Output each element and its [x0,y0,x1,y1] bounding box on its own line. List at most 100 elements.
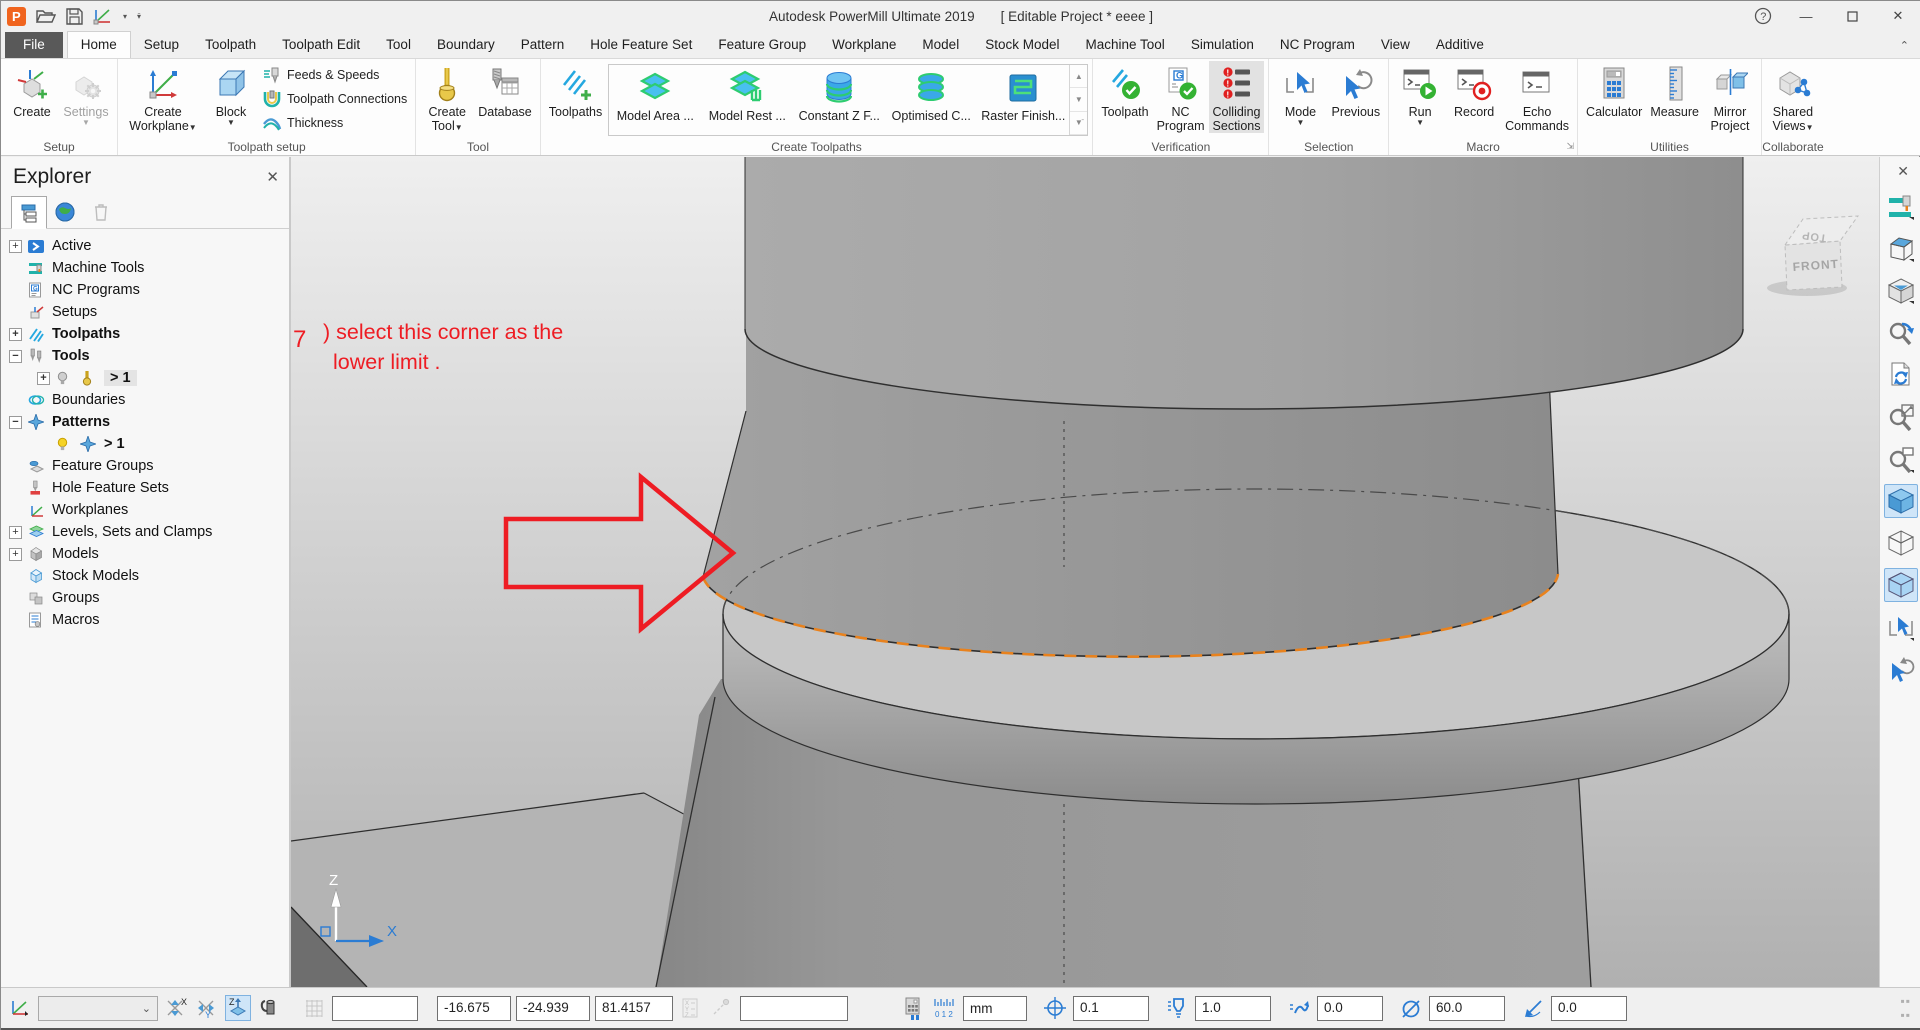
verify-toolpath-button[interactable]: Toolpath [1097,61,1152,119]
tree-item-groups[interactable]: Groups [1,587,289,609]
tree-item-feature-groups[interactable]: Feature Groups [1,455,289,477]
ribbon-collapse-icon[interactable]: ⌃ [1900,39,1909,58]
strategies-expand-icon[interactable]: ▼̄ [1070,112,1088,135]
tab-feature-group[interactable]: Feature Group [705,32,819,58]
settings-button[interactable]: Settings ▼ [59,61,113,127]
tree-item-machine-tools[interactable]: Machine Tools [1,257,289,279]
strategies-scroll-up-icon[interactable]: ▲ [1070,65,1088,89]
maximize-button[interactable] [1829,1,1875,31]
tab-file[interactable]: File [5,32,63,58]
tree-item-models[interactable]: + Models [1,543,289,565]
close-button[interactable]: ✕ [1875,1,1920,31]
select-previous-icon[interactable] [1884,652,1918,686]
resize-grip[interactable]: ▪▪ ▪▪ [1900,994,1915,1022]
tab-toolpath-edit[interactable]: Toolpath Edit [269,32,373,58]
tolerance-field[interactable]: 0.1 [1073,995,1149,1021]
diameter-icon[interactable] [1398,995,1424,1021]
create-button[interactable]: Create [5,61,59,119]
tree-item-workplanes[interactable]: Workplanes [1,499,289,521]
tree-item-setups[interactable]: Setups [1,301,289,323]
strategy-optimised-c[interactable]: Optimised C... [885,65,977,135]
tab-workplane[interactable]: Workplane [819,32,909,58]
macro-record-button[interactable]: Record [1447,61,1501,119]
workplane-quick-icon[interactable] [93,7,113,25]
toolpath-connections-button[interactable]: Toolpath Connections [262,87,407,111]
tab-simulation[interactable]: Simulation [1178,32,1267,58]
tree-item-1[interactable]: > 1 [1,433,289,455]
strategy-raster-finish[interactable]: Raster Finish... [977,65,1069,135]
tree-expand-icon[interactable]: − [9,349,22,363]
cursor-z-field[interactable]: 81.4157 [595,995,673,1021]
tree-item-nc-programs[interactable]: G NC Programs [1,279,289,301]
thickness-button[interactable]: Thickness [262,111,407,135]
refresh-view-icon[interactable] [1884,358,1918,392]
iso-view-icon[interactable] [1884,274,1918,308]
align-view-y-icon[interactable]: Y [194,995,220,1021]
explorer-close-icon[interactable]: ✕ [266,168,279,186]
measure-button[interactable]: Measure [1646,61,1703,119]
explorer-web-tab[interactable] [47,195,83,228]
grid-icon[interactable] [301,995,327,1021]
database-button[interactable]: Database [474,61,536,119]
tab-nc-program[interactable]: NC Program [1267,32,1368,58]
selection-previous-button[interactable]: Previous [1327,61,1384,119]
ruler-units-icon[interactable]: 0 1 2 [932,995,958,1021]
tab-stock-model[interactable]: Stock Model [972,32,1072,58]
tab-additive[interactable]: Additive [1423,32,1497,58]
verify-nc-program-button[interactable]: G NC Program [1153,61,1209,133]
tree-item-stock-models[interactable]: Stock Models [1,565,289,587]
create-workplane-button[interactable]: Create Workplane▼ [122,61,204,133]
explorer-delete-icon[interactable] [83,195,119,228]
cursor-y-field[interactable]: -24.939 [516,995,590,1021]
tab-view[interactable]: View [1368,32,1423,58]
macro-run-button[interactable]: Run ▼ [1393,61,1447,127]
toolpaths-button[interactable]: Toolpaths [545,61,607,119]
tree-expand-icon[interactable]: + [9,547,22,561]
qat-customize-icon[interactable]: ▾̄ [137,12,141,21]
mirror-project-button[interactable]: Mirror Project [1703,61,1757,133]
tree-expand-icon[interactable]: + [9,525,22,539]
tree-item-boundaries[interactable]: Boundaries [1,389,289,411]
tab-hole-feature-set[interactable]: Hole Feature Set [577,32,705,58]
open-project-button[interactable] [36,8,56,24]
tree-item-hole-feature-sets[interactable]: Hole Feature Sets [1,477,289,499]
thickness-tool-icon[interactable] [1164,995,1190,1021]
tree-item-macros[interactable]: Macros [1,609,289,631]
tab-machine-tool[interactable]: Machine Tool [1073,32,1178,58]
strategy-model-area[interactable]: Model Area ... [609,65,701,135]
cursor-x-field[interactable]: -16.675 [437,995,511,1021]
tab-pattern[interactable]: Pattern [508,32,578,58]
create-tool-button[interactable]: Create Tool▼ [420,61,474,133]
tree-item-1[interactable]: + > 1 [1,367,289,389]
tab-model[interactable]: Model [909,32,972,58]
view-toolbar-close-icon[interactable]: ✕ [1897,157,1920,182]
units-select[interactable]: mm [963,995,1027,1021]
block-button[interactable]: Block ▼ [204,61,258,127]
position-field[interactable] [740,995,848,1021]
calculator-button[interactable]: Calculator [1582,61,1646,119]
tab-boundary[interactable]: Boundary [424,32,508,58]
zoom-rotate-icon[interactable] [1884,316,1918,350]
align-view-z-icon[interactable]: Z [225,995,251,1021]
wireframe-view-icon[interactable] [1884,526,1918,560]
shaded-view-icon[interactable] [1883,484,1918,518]
feeds-speeds-button[interactable]: Feeds & Speeds [262,63,407,87]
thickness-field[interactable]: 1.0 [1195,995,1271,1021]
tree-expand-icon[interactable]: + [37,371,50,385]
tree-expand-icon[interactable]: + [9,327,22,341]
strategy-constant-z-f[interactable]: Constant Z F... [793,65,885,135]
strategies-scroll-down-icon[interactable]: ▼ [1070,88,1088,112]
macro-dialog-launcher-icon[interactable]: ⇲ [1567,141,1575,152]
block-view-icon[interactable] [1884,232,1918,266]
tree-item-toolpaths[interactable]: + Toolpaths [1,323,289,345]
strategies-scroll[interactable]: ▲ ▼ ▼̄ [1069,65,1088,135]
stepover-field[interactable]: 0.0 [1317,995,1383,1021]
shared-views-button[interactable]: Shared Views▼ [1766,61,1820,133]
help-icon[interactable]: ? [1743,1,1783,31]
zoom-window-icon[interactable] [1884,442,1918,476]
counter-icon[interactable] [901,995,927,1021]
tab-setup[interactable]: Setup [131,32,192,58]
select-box-icon[interactable] [1884,610,1918,644]
tree-item-levels-sets-and-clamps[interactable]: + Levels, Sets and Clamps [1,521,289,543]
explorer-tree-tab[interactable] [11,196,47,229]
